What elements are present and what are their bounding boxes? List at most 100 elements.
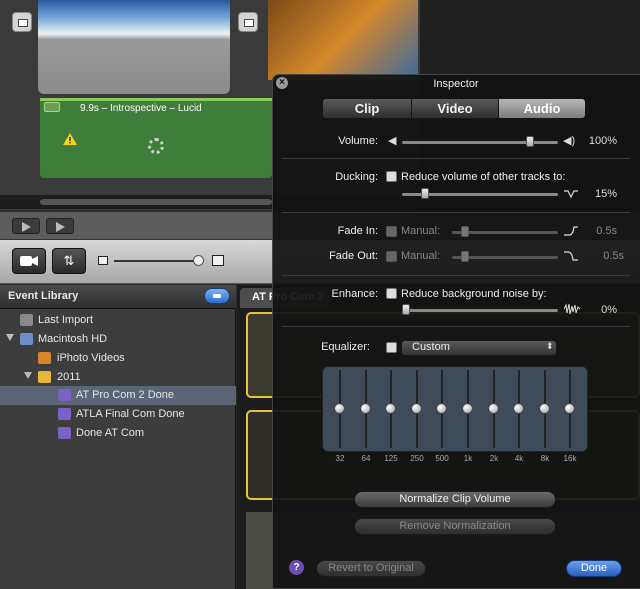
divider xyxy=(282,158,630,159)
eq-band-frequency-label: 16k xyxy=(563,454,577,463)
ducking-label: Ducking: xyxy=(335,171,378,183)
iphoto-icon xyxy=(38,352,51,364)
eq-band-knob[interactable] xyxy=(539,403,550,414)
event-item-label: Last Import xyxy=(38,314,94,326)
eq-band-knob[interactable] xyxy=(334,403,345,414)
eq-band-frequency-label: 2k xyxy=(489,454,499,463)
ducking-slider-knob[interactable] xyxy=(421,188,429,199)
eq-band-knob[interactable] xyxy=(462,403,473,414)
inspector-panel xyxy=(272,74,640,589)
volume-label: Volume: xyxy=(338,135,378,147)
ducking-checkbox-label: Reduce volume of other tracks to: xyxy=(401,171,566,183)
eq-band-frequency-label: 64 xyxy=(361,454,371,463)
eq-band-knob[interactable] xyxy=(385,403,396,414)
camera-import-button[interactable] xyxy=(12,248,46,274)
eq-band-knob[interactable] xyxy=(436,403,447,414)
fade-in-manual-checkbox[interactable] xyxy=(386,226,397,237)
play-button[interactable] xyxy=(46,218,74,234)
thumbnail-size-slider-knob[interactable] xyxy=(193,255,204,266)
volume-value: 100% xyxy=(588,135,617,147)
warning-icon xyxy=(63,133,77,145)
eq-band-knob[interactable] xyxy=(411,403,422,414)
enhance-label: Enhance: xyxy=(331,288,378,300)
scrollbar-thumb[interactable] xyxy=(40,199,272,205)
noise-reduction-slider-knob[interactable] xyxy=(402,304,410,315)
event-item-label: AT Pro Com 2 Done xyxy=(76,389,175,401)
select-arrows-icon: ⬍ xyxy=(546,341,554,351)
disclosure-triangle-icon[interactable] xyxy=(6,334,14,341)
fade-in-label: Fade In: xyxy=(337,225,378,237)
eq-band-frequency-label: 8k xyxy=(540,454,550,463)
divider xyxy=(282,212,630,213)
play-icon xyxy=(56,222,65,232)
swap-events-projects-button[interactable]: ⇅ xyxy=(52,248,86,274)
event-item-last-import[interactable]: Last Import xyxy=(0,311,236,330)
event-item-label: Done AT Com xyxy=(76,427,145,439)
ducking-curve-icon xyxy=(564,190,578,199)
normalize-clip-volume-button[interactable]: Normalize Clip Volume xyxy=(354,491,556,508)
fade-out-manual-checkbox[interactable] xyxy=(386,251,397,262)
calendar-folder-icon xyxy=(38,371,51,383)
noise-reduction-slider[interactable] xyxy=(402,309,558,312)
event-item-done-at-com[interactable]: Done AT Com xyxy=(0,424,236,443)
hard-drive-icon xyxy=(20,333,33,345)
thumbnail-size-slider[interactable] xyxy=(114,260,200,262)
tab-video[interactable]: Video xyxy=(411,98,499,119)
remove-normalization-button[interactable]: Remove Normalization xyxy=(354,518,556,535)
event-item-label: iPhoto Videos xyxy=(57,352,125,364)
film-roll-icon xyxy=(20,314,33,326)
eject-button[interactable] xyxy=(204,288,230,304)
fade-in-curve-icon xyxy=(564,226,578,236)
fade-out-value: 0.5s xyxy=(603,250,624,262)
fade-out-curve-icon xyxy=(564,251,578,261)
eq-band-knob[interactable] xyxy=(564,403,575,414)
ducking-checkbox[interactable] xyxy=(386,171,397,182)
eq-band-knob[interactable] xyxy=(360,403,371,414)
clip-settings-button-2[interactable] xyxy=(238,12,258,32)
fade-in-manual-label: Manual: xyxy=(401,225,441,237)
fade-in-slider-knob[interactable] xyxy=(461,226,469,237)
small-thumbnail-icon xyxy=(98,256,108,265)
eq-band-frequency-label: 1k xyxy=(463,454,473,463)
divider xyxy=(282,275,630,276)
revert-to-original-button[interactable]: Revert to Original xyxy=(316,560,426,577)
volume-slider[interactable] xyxy=(402,141,558,144)
play-full-screen-button[interactable] xyxy=(12,218,40,234)
event-item-label: Macintosh HD xyxy=(38,333,108,345)
help-button[interactable]: ? xyxy=(289,560,304,575)
clip-settings-button[interactable] xyxy=(12,12,32,32)
volume-slider-knob[interactable] xyxy=(526,136,534,147)
speaker-high-icon: ◀) xyxy=(563,135,576,147)
event-item-at-pro-com-2-done[interactable]: AT Pro Com 2 Done xyxy=(0,386,236,405)
event-item-iphoto-videos[interactable]: iPhoto Videos xyxy=(0,349,236,368)
disclosure-triangle-icon[interactable] xyxy=(24,372,32,379)
speaker-low-icon: ◀ xyxy=(388,135,397,147)
audio-clip-title: 9.9s – Introspective – Lucid xyxy=(80,103,202,114)
event-item-2011[interactable]: 2011 xyxy=(0,368,236,387)
clip-thumbnail-2[interactable] xyxy=(268,0,418,80)
eq-band-frequency-label: 500 xyxy=(435,454,449,463)
event-library-title: Event Library xyxy=(8,290,79,302)
audio-clip-badge-icon xyxy=(44,102,60,112)
done-button[interactable]: Done xyxy=(566,560,622,577)
clip-thumbnail[interactable] xyxy=(38,0,230,94)
equalizer-checkbox[interactable] xyxy=(386,342,397,353)
eq-band-knob[interactable] xyxy=(488,403,499,414)
event-item-macintosh-hd[interactable]: Macintosh HD xyxy=(0,330,236,349)
eq-band-frequency-label: 4k xyxy=(514,454,524,463)
enhance-checkbox[interactable] xyxy=(386,288,397,299)
loading-spinner-icon xyxy=(148,138,164,154)
fade-out-label: Fade Out: xyxy=(329,250,378,262)
eq-band-frequency-label: 250 xyxy=(410,454,424,463)
event-item-atla-final-com-done[interactable]: ATLA Final Com Done xyxy=(0,405,236,424)
event-star-icon xyxy=(58,389,71,401)
tab-clip[interactable]: Clip xyxy=(322,98,412,119)
event-item-label: 2011 xyxy=(57,371,81,383)
noise-reduction-value: 0% xyxy=(601,304,617,316)
tab-audio[interactable]: Audio xyxy=(498,98,586,119)
eq-band-knob[interactable] xyxy=(513,403,524,414)
divider xyxy=(282,326,630,327)
equalizer-preset-value: Custom xyxy=(412,341,450,353)
inspector-title: Inspector xyxy=(433,78,479,90)
fade-out-slider-knob[interactable] xyxy=(461,251,469,262)
